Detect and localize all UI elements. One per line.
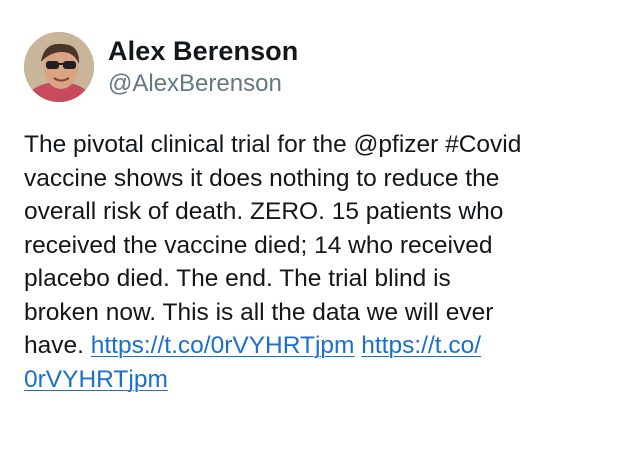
- tweet-card: Alex Berenson @AlexBerenson The pivotal …: [0, 0, 635, 450]
- tweet-link-first[interactable]: https://t.co/0rVYHRTjpm: [91, 332, 355, 359]
- avatar[interactable]: [24, 32, 94, 102]
- tweet-link-second-continued[interactable]: 0rVYHRTjpm: [24, 366, 168, 393]
- author-display-name[interactable]: Alex Berenson: [108, 36, 298, 67]
- tweet-text: The pivotal clinical trial for the @pfiz…: [24, 128, 624, 396]
- tweet-link-second[interactable]: https://t.co/: [361, 332, 481, 359]
- tweet-text-line: vaccine shows it does nothing to reduce …: [24, 164, 500, 192]
- tweet-text-line: received the vaccine died; 14 who receiv…: [24, 231, 493, 259]
- tweet-text-line: The pivotal clinical trial for the @pfiz…: [24, 131, 522, 158]
- author-handle[interactable]: @AlexBerenson: [108, 70, 282, 98]
- tweet-text-line: broken now. This is all the data we will…: [24, 298, 494, 326]
- tweet-text-line: placebo died. The end. The trial blind i…: [24, 265, 451, 292]
- profile-photo-icon: [24, 32, 94, 102]
- tweet-text-line-with-links: have. https://t.co/0rVYHRTjpm https://t.…: [24, 329, 624, 363]
- tweet-text-fragment: have.: [24, 332, 84, 359]
- tweet-text-line: overall risk of death. ZERO. 15 patients…: [24, 198, 504, 225]
- tweet-text-line: 0rVYHRTjpm: [24, 363, 624, 397]
